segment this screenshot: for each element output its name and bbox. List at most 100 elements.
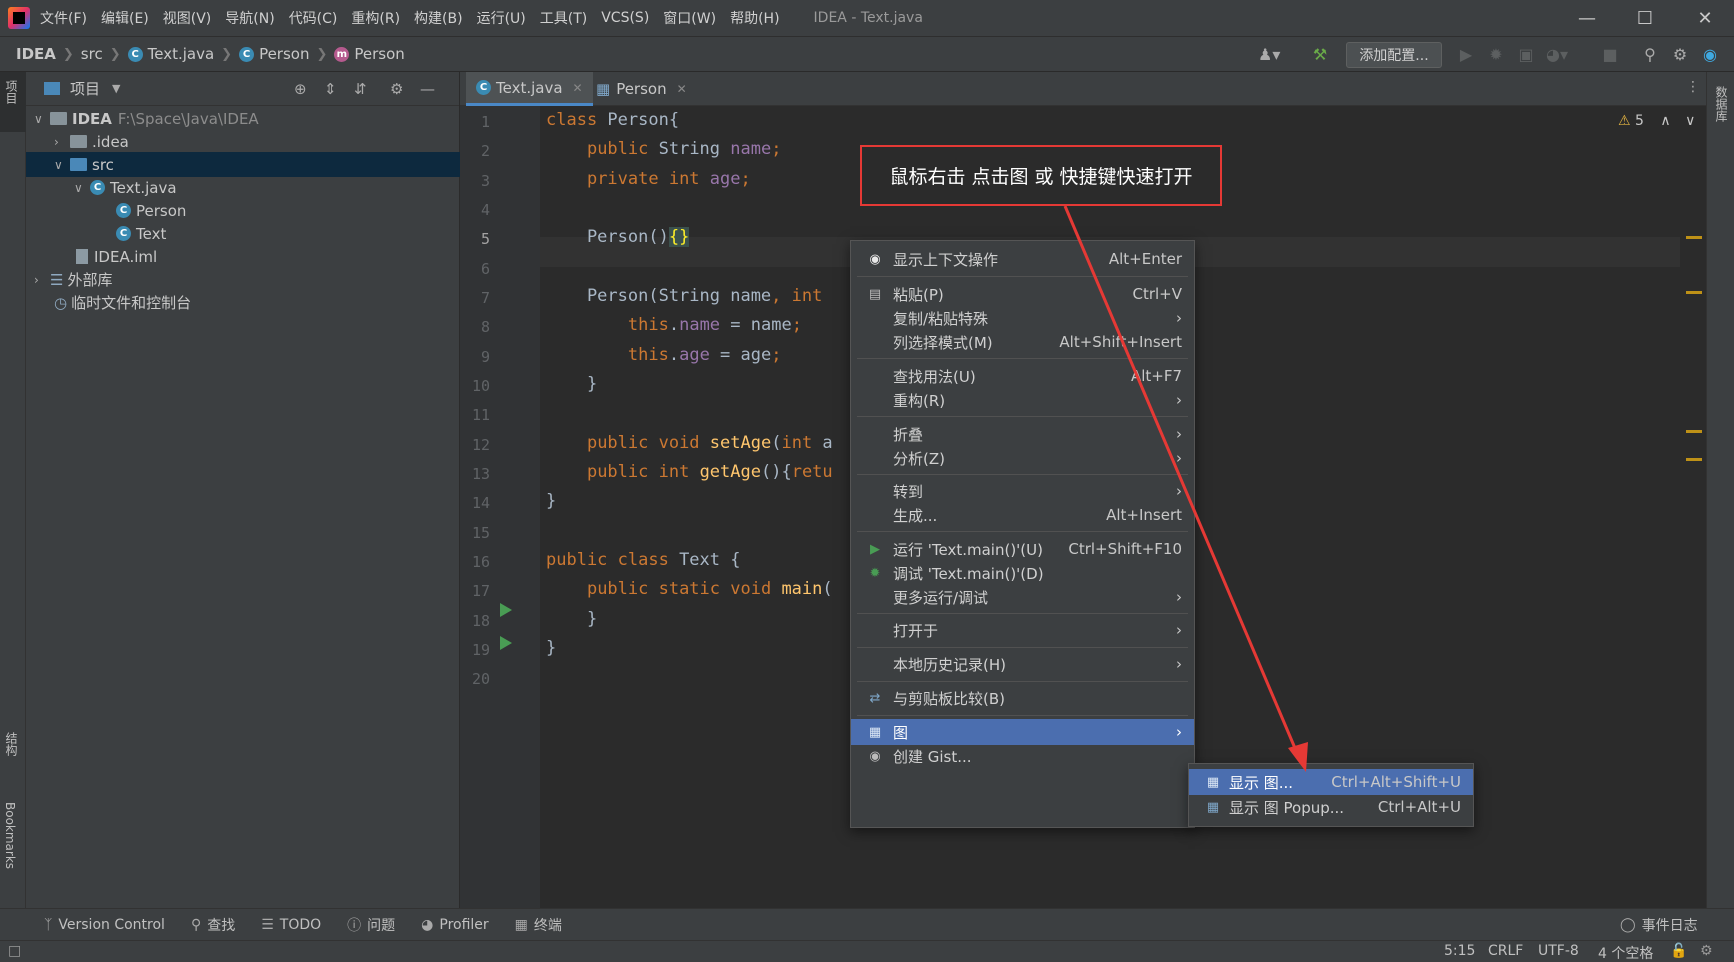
tab-text-java[interactable]: C Text.java ✕ (466, 72, 593, 106)
locate-icon[interactable]: ⊕ (294, 80, 307, 98)
collapse-all-icon[interactable]: ⇵ (354, 80, 367, 98)
gear-icon[interactable]: ⚙ (390, 80, 403, 98)
project-tool-tab[interactable]: 项目 (0, 72, 26, 132)
inspection-widget[interactable]: ⚠ 5 ∧ ∨ (1618, 113, 1695, 129)
tool-find[interactable]: ⚲ 查找 (191, 915, 235, 935)
menu-item-paste[interactable]: ▤ 粘贴(P) Ctrl+V (851, 281, 1194, 307)
menu-item-goto[interactable]: 转到 › (851, 478, 1194, 504)
caret-position[interactable]: 5:15 (1444, 943, 1475, 959)
tool-todo[interactable]: ☰ TODO (261, 917, 321, 933)
hide-panel-icon[interactable]: — (420, 80, 435, 98)
add-configuration-button[interactable]: 添加配置... (1346, 42, 1442, 68)
search-icon[interactable]: ⚲ (1640, 45, 1660, 65)
menu-run[interactable]: 运行(U) (477, 8, 526, 28)
profile-icon[interactable]: ◕▾ (1546, 45, 1568, 65)
menu-item-open-in[interactable]: 打开于 › (851, 617, 1194, 643)
tree-item-external-libs[interactable]: › ☰ 外部库 (26, 267, 460, 292)
menu-item-generate[interactable]: 生成... Alt+Insert (851, 502, 1194, 528)
menu-tools[interactable]: 工具(T) (540, 8, 587, 28)
menu-window[interactable]: 窗口(W) (663, 8, 716, 28)
menu-navigate[interactable]: 导航(N) (225, 8, 274, 28)
menu-item-compare-clipboard[interactable]: ⇄ 与剪贴板比较(B) (851, 685, 1194, 711)
project-panel-title[interactable]: 项目 (70, 78, 100, 99)
warning-stripe-mark[interactable] (1686, 236, 1702, 239)
breadcrumb-project[interactable]: IDEA (16, 45, 56, 63)
tree-item-project-root[interactable]: ∨ IDEA F:\Space\Java\IDEA (26, 106, 460, 131)
tree-item-text-class[interactable]: C Text (26, 221, 460, 246)
close-icon[interactable]: ✕ (1676, 0, 1734, 36)
file-encoding[interactable]: UTF-8 (1538, 943, 1579, 959)
run-gutter-icon[interactable] (500, 603, 512, 617)
breadcrumb-folder[interactable]: src (81, 45, 103, 63)
menu-item-more-run-debug[interactable]: 更多运行/调试 › (851, 584, 1194, 610)
coverage-icon[interactable]: ▣ (1516, 45, 1536, 65)
breadcrumb-file[interactable]: C Text.java (127, 45, 214, 63)
breadcrumb-class[interactable]: C Person (239, 45, 309, 63)
close-tab-icon[interactable]: ✕ (677, 82, 687, 96)
tool-event-log[interactable]: ◯ 事件日志 (1620, 915, 1698, 935)
tool-version-control[interactable]: ᛉ Version Control (44, 917, 165, 933)
menu-item-folding[interactable]: 折叠 › (851, 421, 1194, 447)
inspection-profile-icon[interactable]: ⚙ (1700, 943, 1713, 959)
stop-icon[interactable]: ■ (1600, 45, 1620, 65)
menu-item-run-main[interactable]: ▶ 运行 'Text.main()'(U) Ctrl+Shift+F10 (851, 536, 1194, 562)
structure-tab-label[interactable]: 结构 (3, 732, 20, 756)
chevron-down-icon[interactable]: ∨ (1685, 113, 1695, 129)
menu-item-show-diagram[interactable]: ▦ 显示 图... Ctrl+Alt+Shift+U (1189, 769, 1473, 795)
menu-help[interactable]: 帮助(H) (730, 8, 779, 28)
build-hammer-icon[interactable]: ⚒ (1310, 45, 1330, 65)
breadcrumb-method[interactable]: m Person (334, 45, 405, 63)
chevron-down-icon[interactable]: ▼ (112, 82, 120, 95)
tree-item-iml[interactable]: IDEA.iml (26, 244, 460, 269)
menu-file[interactable]: 文件(F) (40, 8, 87, 28)
menu-item-show-diagram-popup[interactable]: ▦ 显示 图 Popup... Ctrl+Alt+U (1189, 794, 1473, 820)
more-options-icon[interactable]: ⋮ (1686, 79, 1700, 95)
maximize-icon[interactable]: ☐ (1616, 0, 1674, 36)
menu-view[interactable]: 视图(V) (163, 8, 212, 28)
database-tab-label[interactable]: 数据库 (1713, 86, 1730, 122)
menu-item-column-selection[interactable]: 列选择模式(M) Alt+Shift+Insert (851, 329, 1194, 355)
indent-setting[interactable]: 4 个空格 (1598, 943, 1653, 962)
menu-item-find-usages[interactable]: 查找用法(U) Alt+F7 (851, 363, 1194, 389)
menu-item-copy-paste-special[interactable]: 复制/粘贴特殊 › (851, 305, 1194, 331)
close-tab-icon[interactable]: ✕ (573, 81, 583, 95)
user-icon[interactable]: ♟▾ (1258, 45, 1280, 65)
menu-item-debug-main[interactable]: ✹ 调试 'Text.main()'(D) (851, 560, 1194, 586)
menu-refactor[interactable]: 重构(R) (351, 8, 400, 28)
run-icon[interactable]: ▶ (1456, 45, 1476, 65)
menu-item-create-gist[interactable]: ◉ 创建 Gist... (851, 743, 1194, 769)
menu-vcs[interactable]: VCS(S) (601, 10, 649, 26)
gear-icon[interactable]: ⚙ (1670, 45, 1690, 65)
menu-item-local-history[interactable]: 本地历史记录(H) › (851, 651, 1194, 677)
chevron-up-icon[interactable]: ∧ (1660, 113, 1670, 129)
tree-item-text-java[interactable]: ∨ C Text.java (26, 175, 460, 200)
run-gutter-icon[interactable] (500, 636, 512, 650)
tree-item-person-class[interactable]: C Person (26, 198, 460, 223)
jetbrains-toolbox-icon[interactable]: ◉ (1700, 45, 1720, 65)
lock-icon[interactable]: 🔓 (1670, 943, 1687, 959)
info-icon: ⓘ (347, 917, 362, 934)
menu-item-show-context-actions[interactable]: ◉ 显示上下文操作 Alt+Enter (851, 246, 1194, 272)
warning-stripe-mark[interactable] (1686, 430, 1702, 433)
tool-terminal[interactable]: ▦ 终端 (515, 915, 562, 935)
tab-person-diagram[interactable]: ▦ Person ✕ (586, 72, 697, 106)
warning-stripe-mark[interactable] (1686, 458, 1702, 461)
warning-stripe-mark[interactable] (1686, 291, 1702, 294)
tree-item-scratches[interactable]: ◷ 临时文件和控制台 (26, 290, 460, 315)
menu-item-analyze[interactable]: 分析(Z) › (851, 445, 1194, 471)
expand-all-icon[interactable]: ⇕ (324, 80, 337, 98)
menu-code[interactable]: 代码(C) (289, 8, 338, 28)
minimize-icon[interactable]: — (1558, 0, 1616, 36)
tool-problems[interactable]: ⓘ 问题 (347, 915, 395, 935)
tree-item-src[interactable]: ∨ src (26, 152, 460, 177)
menu-item-refactor[interactable]: 重构(R) › (851, 387, 1194, 413)
menu-edit[interactable]: 编辑(E) (101, 8, 149, 28)
menu-item-diagrams[interactable]: ▦ 图 › (851, 719, 1194, 745)
menu-build[interactable]: 构建(B) (414, 8, 463, 28)
tree-item-idea-folder[interactable]: › .idea (26, 129, 460, 154)
debug-icon[interactable]: ✹ (1486, 45, 1506, 65)
tool-profiler[interactable]: ◕ Profiler (421, 917, 489, 933)
bookmarks-tab-label[interactable]: Bookmarks (3, 802, 17, 869)
toggle-tool-windows-icon[interactable]: □ (8, 943, 21, 959)
line-separator[interactable]: CRLF (1488, 943, 1523, 959)
